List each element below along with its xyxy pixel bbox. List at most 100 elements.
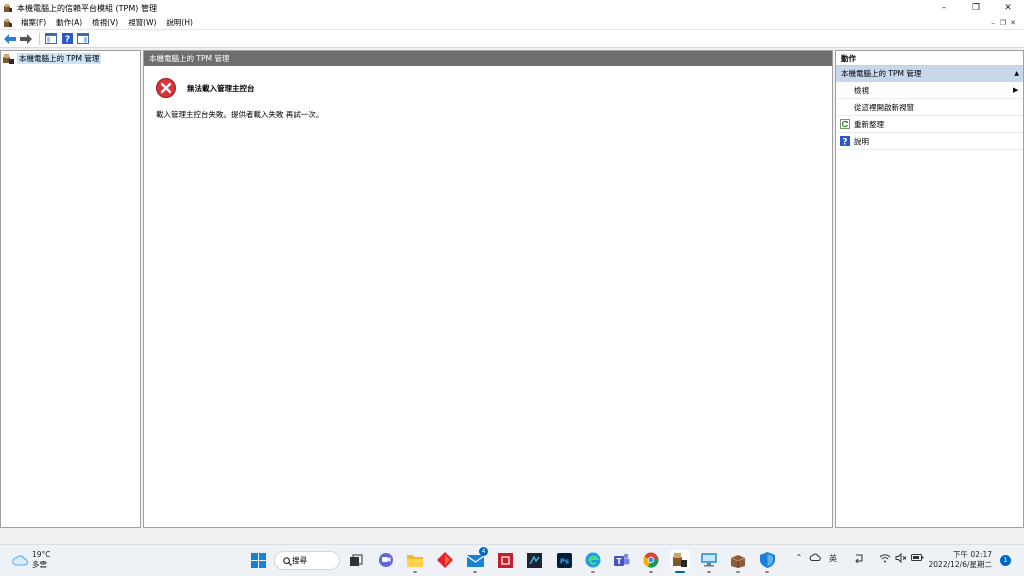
dark-app-icon <box>526 552 542 568</box>
console-tree-pane: 本機電腦上的 TPM 管理 <box>0 50 141 528</box>
remote-desktop-app[interactable] <box>699 550 719 573</box>
system-clock[interactable]: 下午 02:17 2022/12/6/星期二 <box>926 550 992 570</box>
help-toolbar-button[interactable]: ? <box>60 32 74 46</box>
status-bar <box>0 528 1024 544</box>
svg-text:?: ? <box>843 137 848 146</box>
results-pane-header: 本機電腦上的 TPM 管理 <box>144 51 832 66</box>
ime-mode-icon[interactable] <box>852 553 866 563</box>
red-diamond-app[interactable] <box>435 550 455 570</box>
tpm-app-icon[interactable] <box>3 3 13 13</box>
monitor-icon <box>701 553 717 567</box>
actions-group-label: 本機電腦上的 TPM 管理 <box>841 69 922 78</box>
refresh-icon <box>840 119 850 129</box>
menu-file[interactable]: 檔案(F) <box>17 17 52 28</box>
forward-button[interactable] <box>19 32 33 46</box>
dark-app[interactable] <box>524 550 544 570</box>
package-app[interactable] <box>728 550 748 573</box>
mdi-close-button[interactable]: ✕ <box>1008 19 1018 27</box>
file-explorer-app[interactable] <box>405 550 425 573</box>
teams-icon: T <box>614 553 630 566</box>
menu-help[interactable]: 說明(H) <box>162 17 199 28</box>
tpm-app-icon <box>673 553 687 567</box>
close-button[interactable]: ✕ <box>992 0 1024 16</box>
ime-language-indicator[interactable]: 英 <box>826 553 840 564</box>
tpm-console-app[interactable] <box>670 550 690 573</box>
teams-app[interactable]: T <box>612 550 632 570</box>
search-icon <box>283 557 292 566</box>
search-label: 搜尋 <box>292 556 307 565</box>
error-icon <box>156 78 176 98</box>
clock-time: 下午 02:17 <box>953 550 992 559</box>
error-title: 無法載入管理主控台 <box>187 83 255 93</box>
action-new-window[interactable]: 從這裡開啟新視窗 <box>836 99 1023 116</box>
task-view-button[interactable] <box>346 550 366 570</box>
console-tree-icon <box>45 33 57 44</box>
chat-app[interactable] <box>376 550 396 570</box>
taskbar-search[interactable]: 搜尋 <box>274 551 340 570</box>
show-hide-tree-button[interactable] <box>44 32 58 46</box>
cloud-icon <box>12 555 28 566</box>
show-hide-action-pane-button[interactable] <box>76 32 90 46</box>
mail-app[interactable]: 4 <box>465 547 488 573</box>
chrome-icon <box>643 552 659 568</box>
mdi-minimize-button[interactable]: – <box>988 19 998 27</box>
taskbar: 19°C 多雲 搜尋 4 Ps T ⌃ 英 下午 02:17 2022/12/6… <box>0 544 1024 576</box>
chrome-app[interactable] <box>641 550 661 573</box>
minimize-button[interactable]: – <box>928 0 960 16</box>
edge-icon <box>585 552 601 568</box>
menu-window[interactable]: 視窗(W) <box>124 17 162 28</box>
volume-muted-icon[interactable] <box>894 553 908 563</box>
security-app[interactable] <box>757 550 777 573</box>
action-label: 從這裡開啟新視窗 <box>854 102 914 112</box>
tpm-management-icon <box>3 53 14 64</box>
wifi-icon[interactable] <box>878 553 892 563</box>
menu-action[interactable]: 動作(A) <box>52 17 88 28</box>
actions-group-tpm[interactable]: 本機電腦上的 TPM 管理 ▲ <box>836 66 1023 82</box>
show-hidden-icons-chevron-icon[interactable]: ⌃ <box>793 553 805 562</box>
weather-desc: 多雲 <box>32 560 47 569</box>
actions-header: 動作 <box>836 51 1023 66</box>
restore-button[interactable]: ❐ <box>960 0 992 16</box>
notification-badge[interactable]: 1 <box>1000 555 1011 566</box>
tree-item-label: 本機電腦上的 TPM 管理 <box>17 53 102 64</box>
red-app-icon <box>497 552 513 568</box>
forward-arrow-icon <box>20 33 32 44</box>
action-help[interactable]: ? 說明 <box>836 133 1023 150</box>
svg-text:Ps: Ps <box>559 557 568 565</box>
back-arrow-icon <box>4 33 16 44</box>
onedrive-cloud-icon[interactable] <box>808 553 822 561</box>
help-icon: ? <box>840 136 850 146</box>
photoshop-app[interactable]: Ps <box>554 550 574 570</box>
svg-text:?: ? <box>64 35 69 44</box>
menu-view[interactable]: 檢視(V) <box>88 17 124 28</box>
mdi-restore-button[interactable]: ❐ <box>998 19 1008 27</box>
folder-icon <box>407 555 423 567</box>
console-icon[interactable] <box>3 18 13 28</box>
package-icon <box>730 554 746 568</box>
actions-pane: 動作 本機電腦上的 TPM 管理 ▲ 檢視 ▶ 從這裡開啟新視窗 重新整理 ? … <box>835 50 1024 528</box>
svg-text:T: T <box>616 557 622 566</box>
menu-bar: 檔案(F) 動作(A) 檢視(V) 視窗(W) 說明(H) – ❐ ✕ <box>0 16 1024 30</box>
action-pane-icon <box>77 33 89 44</box>
tree-item-tpm-management[interactable]: 本機電腦上的 TPM 管理 <box>3 52 138 65</box>
edge-app[interactable] <box>583 550 603 573</box>
action-view[interactable]: 檢視 ▶ <box>836 82 1023 99</box>
red-square-app[interactable] <box>495 550 515 570</box>
windows-logo-icon <box>250 552 266 568</box>
submenu-arrow-icon: ▶ <box>1013 86 1019 94</box>
results-pane: 本機電腦上的 TPM 管理 無法載入管理主控台 載入管理主控台失敗。提供者載入失… <box>143 50 833 528</box>
title-bar: 本機電腦上的信賴平台模組 (TPM) 管理 – ❐ ✕ <box>0 0 1024 16</box>
chat-icon <box>379 553 393 567</box>
diamond-app-icon <box>437 552 453 568</box>
action-label: 檢視 <box>854 85 869 95</box>
start-button[interactable] <box>248 550 268 570</box>
action-label: 重新整理 <box>854 119 884 129</box>
collapse-up-icon[interactable]: ▲ <box>1014 66 1019 82</box>
battery-icon[interactable] <box>910 553 924 562</box>
window-title: 本機電腦上的信賴平台模組 (TPM) 管理 <box>17 3 157 13</box>
error-row: 無法載入管理主控台 <box>156 78 832 98</box>
weather-widget[interactable]: 19°C 多雲 <box>12 550 51 570</box>
mail-badge: 4 <box>479 547 488 556</box>
back-button[interactable] <box>3 32 17 46</box>
action-refresh[interactable]: 重新整理 <box>836 116 1023 133</box>
